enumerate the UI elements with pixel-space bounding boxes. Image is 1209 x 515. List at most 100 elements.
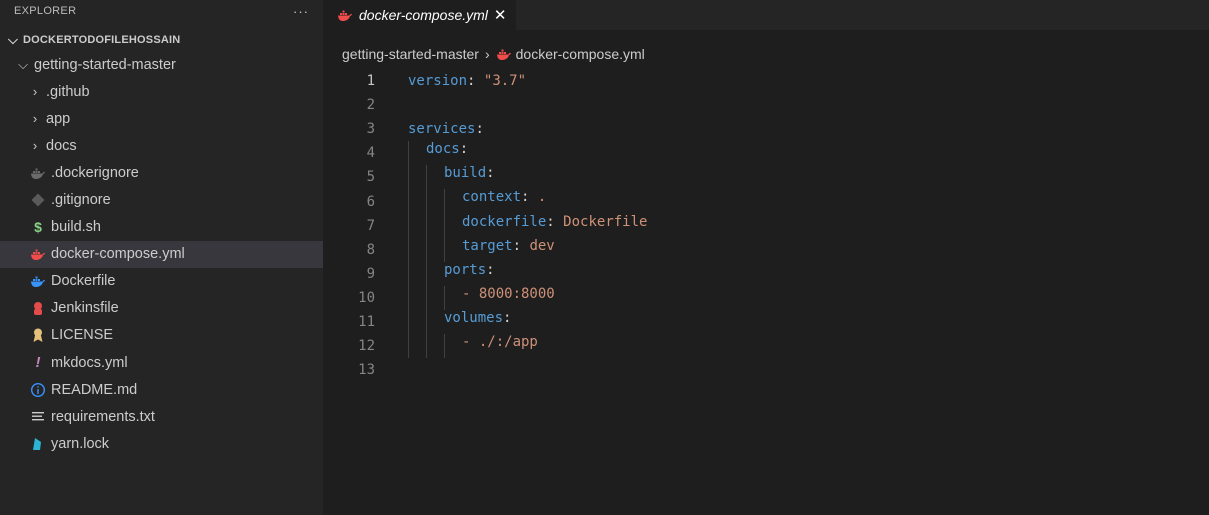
tree-file-yarn-lock[interactable]: yarn.lock bbox=[0, 430, 323, 457]
docker-compose-icon bbox=[496, 46, 512, 62]
code-line[interactable]: 6 context: . bbox=[323, 189, 1209, 214]
indent-guide bbox=[426, 165, 444, 190]
tree-file-docker-compose-yml[interactable]: docker-compose.yml bbox=[0, 240, 323, 268]
chevron-right-icon: › bbox=[32, 111, 38, 127]
yaml-key: context bbox=[462, 189, 522, 206]
yarn-icon bbox=[30, 436, 46, 452]
line-number: 4 bbox=[366, 145, 375, 162]
tree-file-dot-gitignore[interactable]: .gitignore bbox=[0, 186, 323, 213]
tree-folder-root[interactable]: ⌵ getting-started-master bbox=[0, 51, 323, 78]
tree-folder-dot-github[interactable]: › .github bbox=[0, 78, 323, 105]
code-line[interactable]: 9 ports: bbox=[323, 261, 1209, 286]
yaml-key: docs bbox=[426, 141, 460, 158]
chevron-down-icon: ⌵ bbox=[7, 32, 19, 47]
chevron-right-icon: › bbox=[32, 84, 38, 100]
indent-guide bbox=[426, 261, 444, 286]
indent-guide bbox=[408, 261, 426, 286]
tree-file-readme-md[interactable]: README.md bbox=[0, 376, 323, 403]
file-label: LICENSE bbox=[51, 327, 114, 344]
breadcrumb-separator: › bbox=[484, 46, 490, 62]
tab-docker-compose[interactable]: docker-compose.yml ✕ bbox=[323, 0, 517, 30]
file-label: build.sh bbox=[51, 219, 101, 236]
explorer-header: EXPLORER ··· bbox=[0, 0, 323, 22]
tree-file-license[interactable]: LICENSE bbox=[0, 322, 323, 349]
workspace-section[interactable]: ⌵ DOCKERTODOFILEHOSSAIN bbox=[0, 29, 323, 51]
tree-file-build-sh[interactable]: $ build.sh bbox=[0, 214, 323, 241]
line-number: 5 bbox=[366, 169, 375, 186]
yaml-icon: ! bbox=[35, 354, 41, 372]
code-line[interactable]: 10 - 8000:8000 bbox=[323, 285, 1209, 310]
file-label: requirements.txt bbox=[51, 408, 155, 425]
line-number: 12 bbox=[358, 338, 375, 355]
editor-area: docker-compose.yml ✕ getting-started-mas… bbox=[323, 0, 1209, 515]
tree-file-dockerfile[interactable]: Dockerfile bbox=[0, 268, 323, 295]
indent-guide bbox=[408, 165, 426, 190]
line-content: target: dev bbox=[375, 237, 555, 262]
indent-guide bbox=[444, 189, 462, 214]
yaml-value: . bbox=[537, 189, 547, 206]
code-editor[interactable]: 1 version: "3.7" 2 3 services:4 docs:5 build:6… bbox=[323, 69, 1209, 382]
indent-guide bbox=[408, 189, 426, 214]
yaml-key: services bbox=[408, 121, 476, 138]
code-line[interactable]: 3 services: bbox=[323, 117, 1209, 141]
docker-icon bbox=[30, 273, 46, 289]
indent-guide bbox=[408, 237, 426, 262]
file-tree: › .github › app › docs .dockerignore .gitignore… bbox=[0, 78, 323, 457]
line-content: - 8000:8000 bbox=[375, 285, 555, 310]
file-label: Jenkinsfile bbox=[51, 300, 119, 317]
indent-guide bbox=[426, 237, 444, 262]
line-number: 13 bbox=[358, 362, 375, 379]
breadcrumb-folder[interactable]: getting-started-master bbox=[342, 46, 479, 62]
chevron-right-icon: › bbox=[32, 138, 38, 154]
indent-guide bbox=[444, 237, 462, 262]
code-line[interactable]: 13 bbox=[323, 358, 1209, 382]
license-icon bbox=[30, 327, 46, 343]
indent-guide bbox=[444, 334, 462, 359]
code-line[interactable]: 1 version: "3.7" bbox=[323, 69, 1209, 93]
file-label: .dockerignore bbox=[51, 164, 139, 181]
line-content: volumes: bbox=[375, 309, 511, 335]
yaml-colon: : bbox=[486, 261, 495, 278]
text-lines-icon bbox=[30, 409, 46, 425]
close-icon[interactable]: ✕ bbox=[494, 6, 507, 24]
more-actions-icon[interactable]: ··· bbox=[293, 4, 309, 19]
code-line[interactable]: 4 docs: bbox=[323, 141, 1209, 166]
indent-guide bbox=[408, 213, 426, 238]
docker-compose-icon bbox=[337, 7, 353, 23]
code-line[interactable]: 7 dockerfile: Dockerfile bbox=[323, 213, 1209, 238]
line-number: 10 bbox=[358, 289, 375, 306]
file-label: .gitignore bbox=[51, 192, 111, 209]
indent-guide bbox=[408, 141, 426, 166]
indent-guide bbox=[426, 213, 444, 238]
code-line[interactable]: 12 - ./:/app bbox=[323, 334, 1209, 359]
yaml-colon: : bbox=[521, 189, 530, 206]
line-content: version: "3.7" bbox=[375, 73, 526, 89]
tree-folder-app[interactable]: › app bbox=[0, 105, 323, 132]
yaml-key: dockerfile bbox=[462, 213, 547, 230]
indent-guide bbox=[426, 285, 444, 310]
code-line[interactable]: 8 target: dev bbox=[323, 237, 1209, 262]
explorer-title: EXPLORER bbox=[14, 5, 77, 17]
line-number: 9 bbox=[366, 265, 375, 282]
breadcrumb-file[interactable]: docker-compose.yml bbox=[516, 46, 645, 62]
file-label: README.md bbox=[51, 381, 138, 398]
tree-file-requirements-txt[interactable]: requirements.txt bbox=[0, 403, 323, 430]
tree-file-dot-dockerignore[interactable]: .dockerignore bbox=[0, 159, 323, 186]
chevron-down-icon: ⌵ bbox=[18, 56, 28, 72]
tree-folder-docs[interactable]: › docs bbox=[0, 132, 323, 159]
line-number: 3 bbox=[366, 121, 375, 138]
tab-label: docker-compose.yml bbox=[359, 7, 488, 23]
code-line[interactable]: 5 build: bbox=[323, 165, 1209, 190]
tab-bar: docker-compose.yml ✕ bbox=[323, 0, 1209, 30]
yaml-colon: : bbox=[546, 213, 555, 230]
code-line[interactable]: 2 bbox=[323, 93, 1209, 117]
tree-file-jenkinsfile[interactable]: Jenkinsfile bbox=[0, 295, 323, 322]
yaml-key: volumes bbox=[444, 309, 504, 326]
line-content: - ./:/app bbox=[375, 334, 538, 359]
yaml-key: target bbox=[462, 237, 513, 254]
indent-guide bbox=[444, 285, 462, 310]
line-number: 11 bbox=[358, 313, 375, 330]
yaml-value: "3.7" bbox=[483, 73, 527, 90]
tree-file-mkdocs-yml[interactable]: ! mkdocs.yml bbox=[0, 349, 323, 376]
code-line[interactable]: 11 volumes: bbox=[323, 309, 1209, 335]
